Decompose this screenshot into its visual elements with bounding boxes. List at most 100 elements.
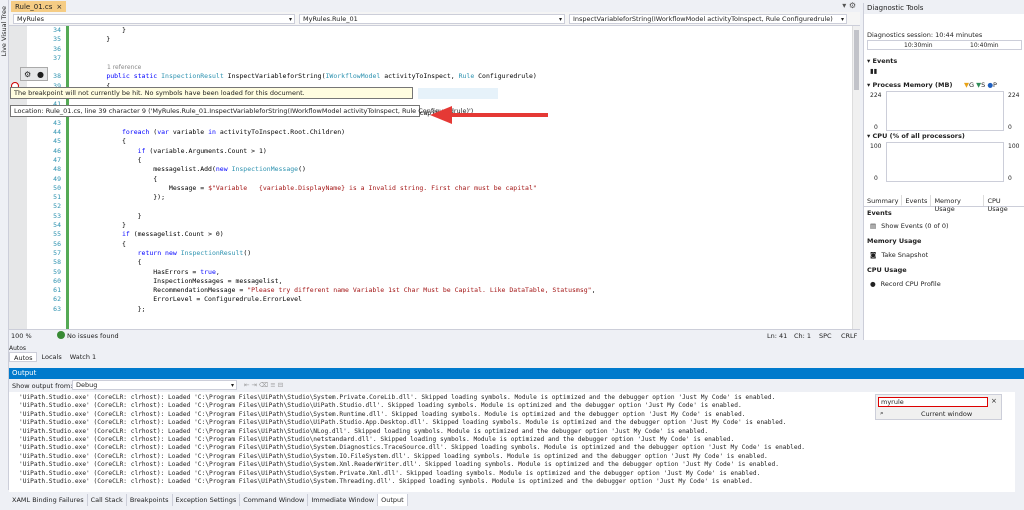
tab-locals[interactable]: Locals [37,352,65,362]
editor-vertical-scrollbar[interactable] [852,26,860,329]
project-dropdown[interactable]: MyRules ▾ [13,14,295,24]
cpu-graph[interactable] [886,142,1004,182]
memory-axis-top-left: 224 [870,92,882,99]
tab-overflow-icon[interactable]: ▾ ⚙ [842,1,856,10]
memory-graph[interactable] [886,91,1004,131]
code-editor[interactable]: 34 } 35 } 36 37 38 public static InspectionR… [9,26,852,329]
camera-icon: ◙ [870,251,877,259]
tab-autos[interactable]: Autos [9,352,38,362]
record-icon: ● [870,280,876,288]
code-line[interactable]: } [75,26,126,34]
output-line: 'UiPath.Studio.exe' (CoreCLR: clrhost): … [19,419,787,427]
summary-cpu-heading: CPU Usage [867,266,907,274]
whitespace-indicator[interactable]: SPC [819,332,832,340]
find-scope[interactable]: Current window [921,410,972,418]
line-number: 44 [53,128,61,136]
member-dropdown[interactable]: InspectVariableforString(IWorkflowModel … [569,14,847,24]
output-line: 'UiPath.Studio.exe' (CoreCLR: clrhost): … [19,452,768,460]
show-events-link[interactable]: ▤ Show Events (0 of 0) [870,222,949,230]
cpu-label: ▾ CPU (% of all processors) [867,132,965,140]
cpu-axis-bottom-right: 0 [1008,175,1012,182]
tab-memory-usage[interactable]: Memory Usage [931,195,985,213]
close-icon[interactable]: × [56,3,62,11]
code-line[interactable]: return new InspectionResult() [75,249,252,257]
tab-command-window[interactable]: Command Window [240,494,309,506]
output-toolbar-icons[interactable]: ⇤ ⇥ ⌫ ≡ ⊟ [244,381,283,389]
tab-xaml-binding-failures[interactable]: XAML Binding Failures [9,494,88,506]
record-cpu-button[interactable]: ● Record CPU Profile [870,280,941,288]
code-line[interactable]: InspectionMessages = messagelist, [75,277,282,285]
issues-status[interactable]: No issues found [67,332,119,340]
tab-rule-01[interactable]: Rule_01.cs × [11,1,67,12]
find-input[interactable]: myrule [878,397,988,407]
zoom-level[interactable]: 100 % [11,332,32,340]
timeline-ruler[interactable]: 10:30min 10:40min [867,40,1022,50]
line-ending-indicator[interactable]: CRLF [841,332,857,340]
code-line[interactable]: { [75,137,126,145]
autos-tabs: Autos Locals Watch 1 [9,352,309,362]
code-line[interactable]: } [75,35,110,43]
summary-events-heading: Events [867,209,892,217]
events-pause-icon[interactable]: ▮▮ [870,67,877,75]
tab-immediate-window[interactable]: Immediate Window [308,494,379,506]
process-memory-label: ▾ Process Memory (MB) [867,81,953,89]
breakpoint-toggle-icon[interactable]: ● [37,70,44,79]
show-output-label: Show output from: [12,382,73,390]
code-line[interactable]: RecommendationMessage = "Please try diff… [75,286,595,294]
events-chart-label: ▾ Events [867,57,898,65]
tab-events[interactable]: Events [902,195,932,206]
code-line[interactable]: { [75,175,157,183]
code-line[interactable]: }; [75,305,146,313]
tab-call-stack[interactable]: Call Stack [88,494,127,506]
code-line[interactable]: public static InspectionResult InspectVa… [75,72,537,80]
output-source-dropdown[interactable]: Debug ▾ [72,380,237,390]
code-line[interactable]: }); [75,193,165,201]
class-dropdown[interactable]: MyRules.Rule_01 ▾ [299,14,565,24]
output-line: 'UiPath.Studio.exe' (CoreCLR: clrhost): … [19,469,761,477]
tab-output[interactable]: Output [378,494,408,506]
close-icon[interactable]: × [991,397,997,405]
line-number: 49 [53,174,61,183]
code-line[interactable]: ErrorLevel = Configuredrule.ErrorLevel [75,295,302,303]
breakpoint-tooltip: The breakpoint will not currently be hit… [10,87,413,99]
breakpoint-location-tooltip: Location: Rule_01.cs, line 39 character … [10,105,473,117]
diagnostic-tools-header: Diagnostic Tools [864,3,1024,14]
live-visual-tree-label[interactable]: Live Visual Tree [0,6,9,56]
live-visual-tree-strip[interactable]: Live Visual Tree [0,0,9,490]
take-snapshot-button[interactable]: ◙ Take Snapshot [870,251,928,259]
line-number: 46 [53,146,61,155]
code-line[interactable]: HasErrors = true, [75,268,220,276]
tab-watch-1[interactable]: Watch 1 [66,352,100,362]
project-dropdown-value: MyRules [17,15,44,23]
code-line[interactable]: messagelist.Add(new InspectionMessage() [75,165,306,173]
chevron-down-icon: ▾ [288,16,292,23]
line-number: 54 [53,221,61,229]
code-line[interactable]: } [75,221,126,229]
bottom-tool-tabs: XAML Binding Failures Call Stack Breakpo… [9,494,1024,506]
code-line[interactable]: } [75,212,142,220]
search-icon: ⌕ [880,409,884,417]
line-number: 55 [53,230,61,239]
tab-label: Rule_01.cs [15,2,53,11]
gear-icon[interactable]: ⚙ [24,70,31,79]
code-line[interactable]: { [75,156,142,164]
output-text[interactable]: 'UiPath.Studio.exe' (CoreCLR: clrhost): … [9,392,1015,492]
tab-summary[interactable]: Summary [864,195,903,206]
code-line[interactable]: foreach (var variable in activityToInspe… [75,128,345,136]
line-number: 43 [53,118,61,127]
tab-exception-settings[interactable]: Exception Settings [173,494,241,506]
reference-codelens[interactable]: 1 reference [107,64,141,71]
code-line[interactable]: { [75,258,142,266]
line-number: 57 [53,248,61,257]
tab-cpu-usage[interactable]: CPU Usage [984,195,1024,213]
time-marker-2: 10:40min [970,42,999,49]
tab-breakpoints[interactable]: Breakpoints [127,494,173,506]
change-indicator-bar [66,26,69,329]
code-line[interactable]: Message = $"Variable {variable.DisplayNa… [75,184,537,192]
breakpoint-toolbar: ⚙ ● [20,67,48,81]
session-duration: Diagnostics session: 10:44 minutes [867,31,983,39]
scrollbar-thumb[interactable] [854,30,859,90]
code-line[interactable]: { [75,240,126,248]
code-line[interactable]: if (messagelist.Count > 0) [75,230,224,238]
code-line[interactable]: if (variable.Arguments.Count > 1) [75,147,267,155]
